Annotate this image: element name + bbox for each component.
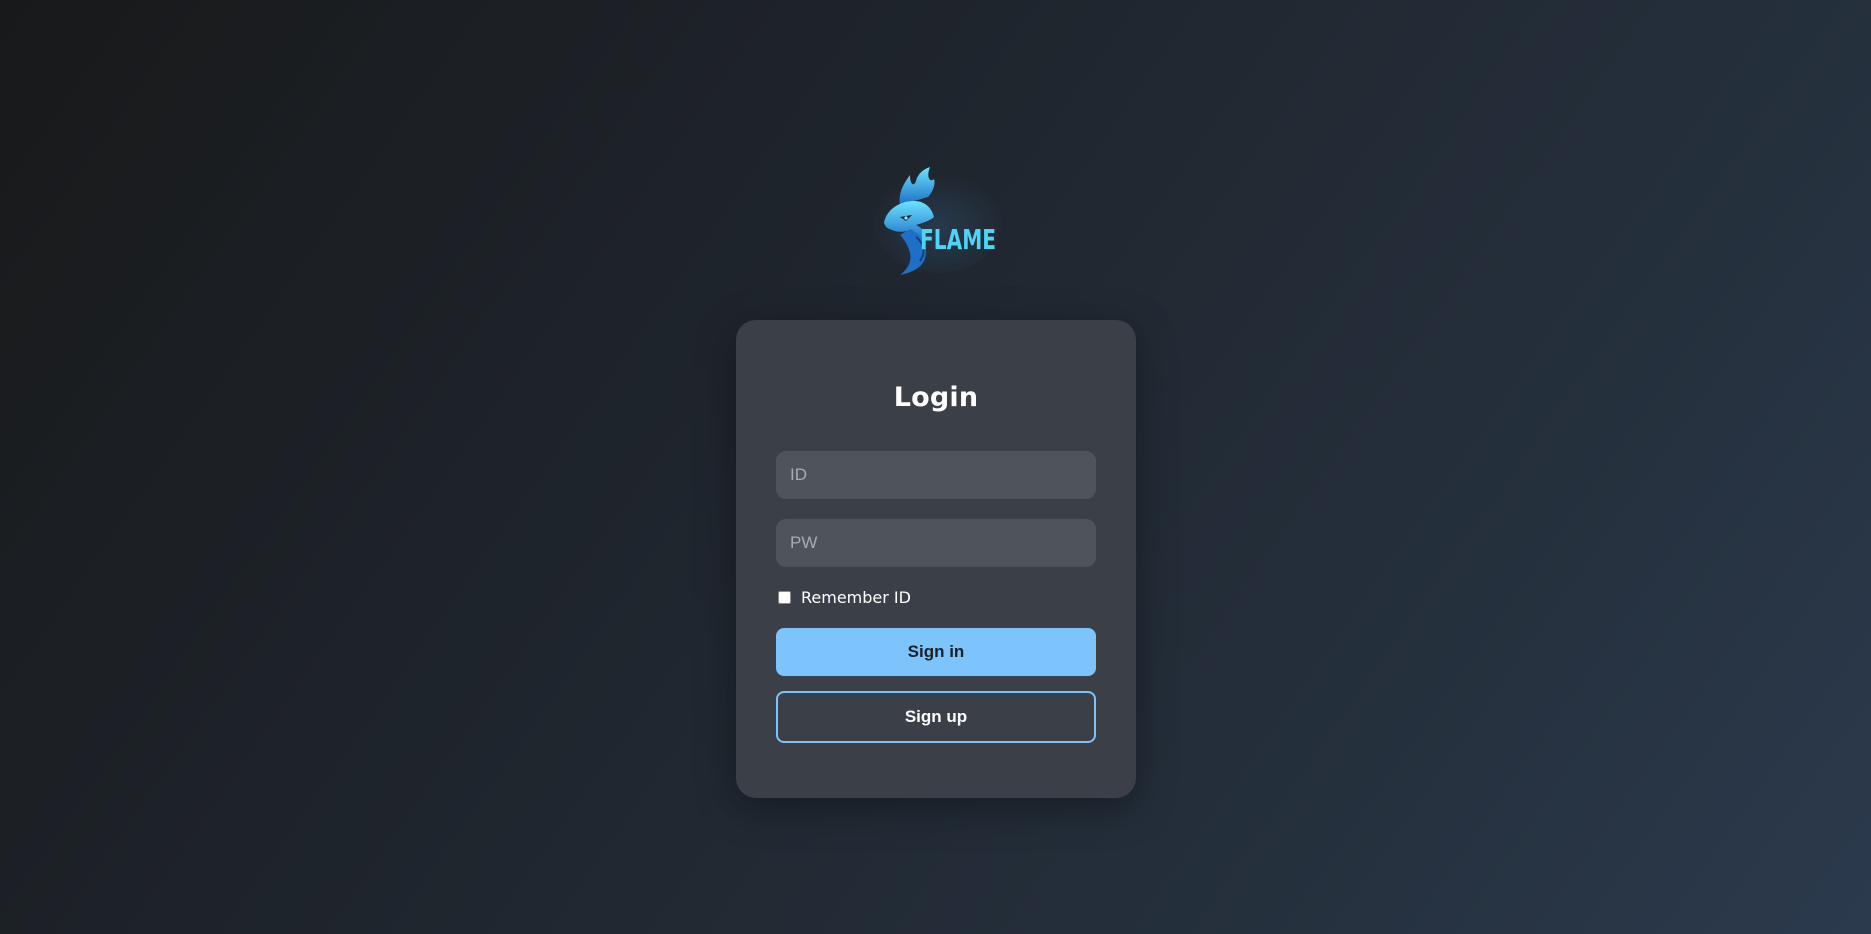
id-input[interactable] [776,451,1096,499]
remember-id-row: Remember ID [776,588,911,607]
password-input[interactable] [776,519,1096,567]
flame-logo: FLAME [870,165,1006,277]
sign-in-button[interactable]: Sign in [776,628,1096,676]
remember-id-label: Remember ID [801,588,911,607]
logo-text: FLAME [920,223,997,256]
sign-up-button[interactable]: Sign up [776,691,1096,743]
login-card: Login Remember ID Sign in Sign up [736,320,1136,798]
login-title: Login [893,382,979,413]
remember-id-checkbox[interactable] [778,591,791,604]
dragon-icon [874,167,1002,275]
